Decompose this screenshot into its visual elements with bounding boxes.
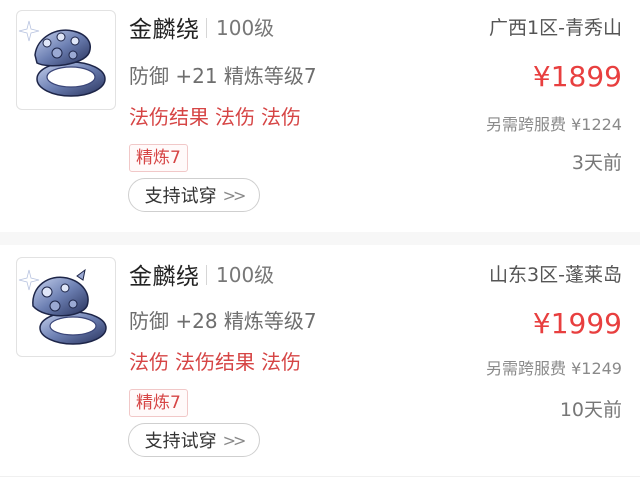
try-on-button[interactable]: 支持试穿 >> (128, 178, 260, 212)
item-stats: 防御 +21 精炼等级7 (129, 64, 317, 88)
item-level: 100级 (216, 263, 275, 287)
try-on-button[interactable]: 支持试穿 >> (128, 423, 260, 457)
effect-label: 法伤 (261, 105, 301, 129)
item-stats: 防御 +28 精炼等级7 (129, 309, 317, 333)
item-effects: 法伤 法伤结果 法伤 (129, 346, 307, 375)
cross-server-fee: 另需跨服费 ¥1249 (486, 359, 622, 378)
refine-tag: 精炼7 (129, 144, 188, 172)
item-thumbnail[interactable] (16, 257, 116, 357)
item-name[interactable]: 金麟绕 (129, 10, 200, 44)
price: ¥1999 (532, 307, 622, 340)
try-on-label: 支持试穿 (144, 431, 217, 452)
ring-icon (18, 268, 107, 345)
refine-tag: 精炼7 (129, 389, 188, 417)
item-name[interactable]: 金麟绕 (129, 257, 200, 291)
divider (206, 265, 207, 285)
listing-card[interactable]: 金麟绕 100级 广西1区-青秀山 防御 +21 精炼等级7 ¥1899 法伤结… (0, 0, 640, 232)
listing-list: 金麟绕 100级 广西1区-青秀山 防御 +21 精炼等级7 ¥1899 法伤结… (0, 0, 640, 477)
effect-label: 法伤 (215, 105, 255, 129)
server-name: 山东3区-蓬莱岛 (489, 264, 622, 286)
price: ¥1899 (532, 60, 622, 93)
item-level: 100级 (216, 16, 275, 40)
effect-label: 法伤结果 (175, 350, 255, 374)
server-name: 广西1区-青秀山 (489, 17, 622, 39)
item-thumbnail[interactable] (16, 10, 116, 110)
listed-time: 10天前 (559, 399, 622, 421)
item-effects: 法伤结果 法伤 法伤 (129, 101, 307, 130)
listing-card[interactable]: 金麟绕 100级 山东3区-蓬莱岛 防御 +28 精炼等级7 ¥1999 法伤法… (0, 245, 640, 477)
chevron-right-icon: >> (222, 185, 247, 205)
ring-icon (18, 20, 106, 97)
chevron-right-icon: >> (222, 430, 247, 450)
try-on-label: 支持试穿 (144, 186, 217, 207)
cross-server-fee: 另需跨服费 ¥1224 (486, 115, 622, 134)
effect-label: 法伤结果 (129, 105, 209, 129)
effect-label: 法伤 (129, 350, 169, 374)
listed-time: 3天前 (571, 152, 622, 174)
effect-label: 法伤 (261, 350, 301, 374)
divider (206, 18, 207, 38)
card-separator (0, 232, 640, 245)
